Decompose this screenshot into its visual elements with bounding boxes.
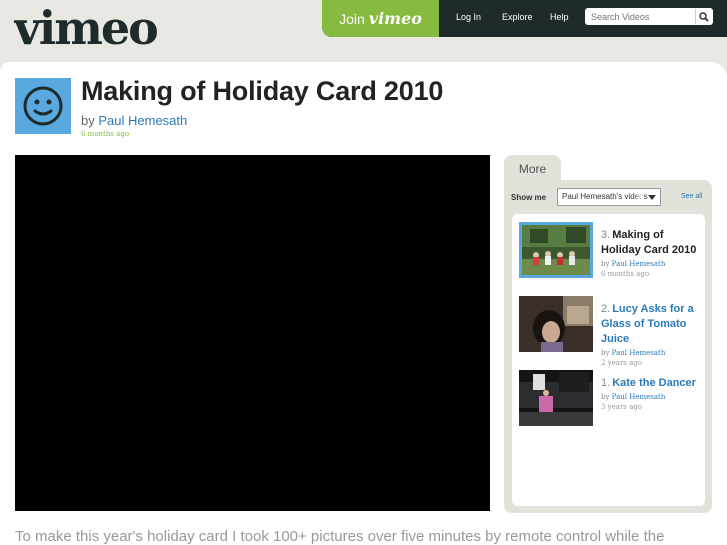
video-thumbnail[interactable] (519, 296, 593, 352)
search-icon (698, 11, 709, 22)
search-button[interactable] (695, 9, 711, 24)
join-logo-text: vimeo (368, 9, 422, 28)
byline-prefix: by (81, 113, 95, 128)
video-author[interactable]: Paul Hemesath (612, 260, 666, 268)
thumbnail-image-icon (519, 370, 593, 426)
video-ago: 2 years ago (601, 359, 642, 367)
video-description: To make this year's holiday card I took … (15, 528, 665, 545)
upload-time: 6 months ago (81, 130, 130, 138)
video-player[interactable] (15, 155, 490, 511)
video-by: by (601, 260, 610, 268)
video-number: 1. (601, 377, 611, 389)
smiley-avatar-icon (23, 86, 63, 126)
author-link[interactable]: Paul Hemesath (98, 113, 187, 128)
page-title: Making of Holiday Card 2010 (81, 76, 444, 106)
video-number: 3. (601, 229, 611, 241)
avatar[interactable] (15, 78, 71, 134)
nav-explore-link[interactable]: Explore (502, 12, 533, 22)
video-title: Kate the Dancer (612, 377, 696, 389)
chevron-down-icon (648, 195, 656, 200)
join-button[interactable]: Join vimeo (322, 0, 439, 37)
thumbnail-image-icon (519, 296, 593, 352)
video-by: by (601, 393, 610, 401)
vimeo-logo[interactable]: vimeo (14, 4, 160, 54)
video-thumbnail[interactable] (519, 222, 593, 278)
video-thumbnail[interactable] (519, 370, 593, 426)
show-me-label: Show me (511, 193, 547, 202)
video-author[interactable]: Paul Hemesath (612, 393, 666, 401)
nav-login-link[interactable]: Log In (456, 12, 481, 22)
thumbnail-image-icon (522, 225, 590, 275)
byline: by Paul Hemesath (81, 113, 187, 128)
video-ago: 6 months ago (601, 270, 650, 278)
video-list: 3. Making of Holiday Card 2010 by Paul He… (512, 214, 705, 506)
top-nav-bar: Join vimeo Log In Explore Help (322, 0, 727, 37)
video-number: 2. (601, 303, 611, 315)
logo-text: vimeo (14, 4, 157, 54)
show-me-select[interactable]: Paul Hemesath's videos (557, 188, 661, 206)
nav-help-link[interactable]: Help (550, 12, 569, 22)
video-by: by (601, 349, 610, 357)
video-author[interactable]: Paul Hemesath (612, 349, 666, 357)
tab-more[interactable]: More (504, 155, 561, 182)
video-title: Making of Holiday Card 2010 (601, 229, 697, 256)
video-ago: 3 years ago (601, 403, 642, 411)
search-input[interactable] (585, 8, 713, 25)
see-all-link[interactable]: See all (681, 193, 702, 200)
video-title: Lucy Asks for a Glass of Tomato Juice (601, 303, 694, 345)
join-label: Join (339, 10, 365, 27)
